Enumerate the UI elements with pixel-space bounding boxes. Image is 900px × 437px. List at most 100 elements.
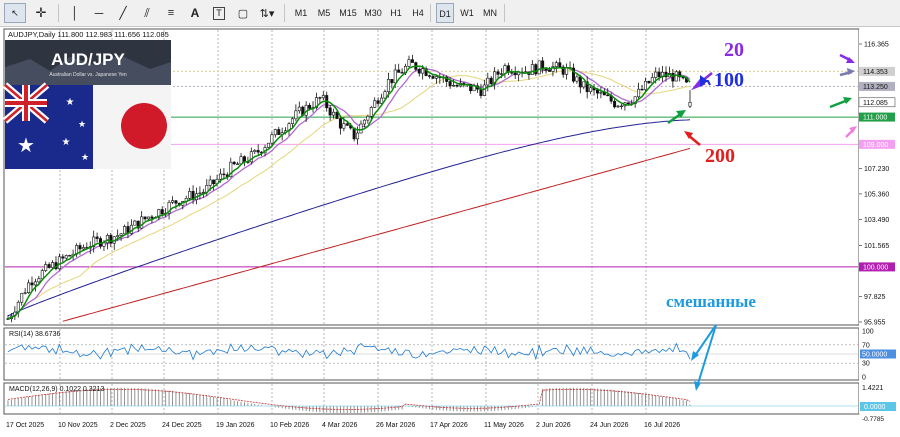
timeframe-m5[interactable]: M5 xyxy=(314,3,334,23)
candle-body xyxy=(95,236,99,239)
candle-body xyxy=(544,68,548,71)
candle-body xyxy=(589,87,593,93)
price-tick-label: 101.565 xyxy=(864,243,889,250)
candle-body xyxy=(599,92,603,94)
candle-body xyxy=(626,102,630,105)
candle-body xyxy=(342,123,346,129)
timeframe-h4[interactable]: H4 xyxy=(409,3,427,23)
candle-body xyxy=(174,200,178,204)
candle-body xyxy=(171,200,175,203)
australia-flag-icon: ★ ★ ★ ★ ★ xyxy=(2,82,93,169)
candle-body xyxy=(359,123,363,134)
price-marker-label: 112.085 xyxy=(863,100,888,107)
crosshair-tool-button[interactable]: ✛ xyxy=(30,3,52,23)
price-tick-label: 107.230 xyxy=(864,166,889,173)
candle-body xyxy=(537,60,541,75)
candle-body xyxy=(273,129,277,136)
price-tick-label: 97.825 xyxy=(864,294,886,301)
channel-icon: ⫽ xyxy=(144,5,150,20)
candle-body xyxy=(239,156,243,165)
macd-bottom-label: -0.7785 xyxy=(862,416,884,423)
candle-body xyxy=(534,64,538,75)
chart-toolbar: ↖ ✛ │ ─ ╱ ⫽ ≡ A T ▢ ⇅▾ M1 M5 M15 M30 H1 … xyxy=(0,0,900,27)
trendline-tool-button[interactable]: ╱ xyxy=(112,3,134,23)
timeframe-h1[interactable]: H1 xyxy=(387,3,405,23)
candle-body xyxy=(143,216,147,220)
candle-body xyxy=(595,89,599,94)
timeframe-m30[interactable]: M30 xyxy=(362,3,384,23)
horizontal-line-tool-button[interactable]: ─ xyxy=(88,3,110,23)
shapes-tool-button[interactable]: ▢ xyxy=(232,3,254,23)
timeframe-m15[interactable]: M15 xyxy=(337,3,359,23)
candle-body xyxy=(160,209,164,215)
rsi-label: RSI(14) 38.6736 xyxy=(9,331,60,338)
timeframe-mn[interactable]: MN xyxy=(480,3,500,23)
time-axis-labels: 17 Oct 2025 10 Nov 2025 2 Dec 2025 24 Dec 2… xyxy=(6,422,680,429)
price-marker-label: 109.000 xyxy=(863,142,888,149)
candle-body xyxy=(222,173,226,176)
candle-body xyxy=(448,81,452,87)
ma100-annotation: 100 xyxy=(714,69,744,91)
svg-text:★: ★ xyxy=(81,152,89,162)
candle-body xyxy=(140,216,144,229)
price-marker-label: 100.000 xyxy=(863,264,888,271)
candle-body xyxy=(256,150,260,153)
chart-area[interactable]: AUDJPY,Daily 111.800 112.983 111.656 112… xyxy=(0,27,900,437)
candle-body xyxy=(393,69,397,84)
candle-body xyxy=(486,77,490,86)
arrows-tool-button[interactable]: ⇅▾ xyxy=(256,3,278,23)
candle-body xyxy=(40,270,44,280)
candle-body xyxy=(547,70,551,72)
cursor-icon: ↖ xyxy=(11,7,19,18)
time-tick-label: 17 Apr 2026 xyxy=(430,422,468,429)
macd-zero-label: 0.0000 xyxy=(864,404,886,411)
candle-body xyxy=(657,71,661,78)
label-tool-button[interactable]: T xyxy=(208,3,230,23)
timeframe-d1[interactable]: D1 xyxy=(436,3,454,23)
channel-tool-button[interactable]: ⫽ xyxy=(136,3,158,23)
candle-body xyxy=(308,104,312,109)
logo-subtitle: Australian Dollar vs. Japanese Yen xyxy=(49,72,126,78)
svg-text:★: ★ xyxy=(17,135,35,157)
timeframe-w1[interactable]: W1 xyxy=(458,3,476,23)
candle-body xyxy=(575,76,579,82)
candle-body xyxy=(68,255,72,257)
candle-body xyxy=(513,72,517,76)
candle-body xyxy=(236,163,240,165)
time-tick-label: 2 Jun 2026 xyxy=(536,422,571,429)
candle-body xyxy=(530,64,534,75)
candle-body xyxy=(452,85,456,87)
candle-body xyxy=(482,84,486,96)
macd-label: MACD(12,26,9) 0.1022 0.3213 xyxy=(9,386,104,393)
fibonacci-tool-button[interactable]: ≡ xyxy=(160,3,182,23)
candle-body xyxy=(390,79,394,84)
macd-top-label: 1.4221 xyxy=(862,385,884,392)
candle-body xyxy=(345,123,349,126)
candle-body xyxy=(455,85,459,87)
candle-body xyxy=(428,75,432,77)
candle-body xyxy=(410,59,414,63)
price-marker-label: 113.250 xyxy=(863,84,888,91)
audjpy-logo: AUD/JPY Australian Dollar vs. Japanese Y… xyxy=(2,40,171,169)
candle-body xyxy=(198,192,202,195)
candle-body xyxy=(582,81,586,88)
cursor-tool-button[interactable]: ↖ xyxy=(4,3,26,23)
candle-body xyxy=(133,220,137,226)
time-tick-label: 10 Feb 2026 xyxy=(270,422,309,429)
candle-body xyxy=(431,76,435,79)
candle-body xyxy=(554,62,558,67)
time-tick-label: 26 Mar 2026 xyxy=(376,422,415,429)
candle-body xyxy=(335,111,339,119)
candle-body xyxy=(434,76,438,79)
candle-body xyxy=(47,264,51,268)
timeframe-m1[interactable]: M1 xyxy=(292,3,310,23)
candle-body xyxy=(397,69,401,73)
candle-body xyxy=(650,77,654,84)
price-tick-label: 105.360 xyxy=(864,191,889,198)
vertical-line-tool-button[interactable]: │ xyxy=(64,3,86,23)
candle-body xyxy=(489,77,493,84)
candle-body xyxy=(266,142,270,148)
text-tool-button[interactable]: A xyxy=(184,3,206,23)
time-tick-label: 10 Nov 2025 xyxy=(58,422,98,429)
candle-body xyxy=(366,115,370,121)
